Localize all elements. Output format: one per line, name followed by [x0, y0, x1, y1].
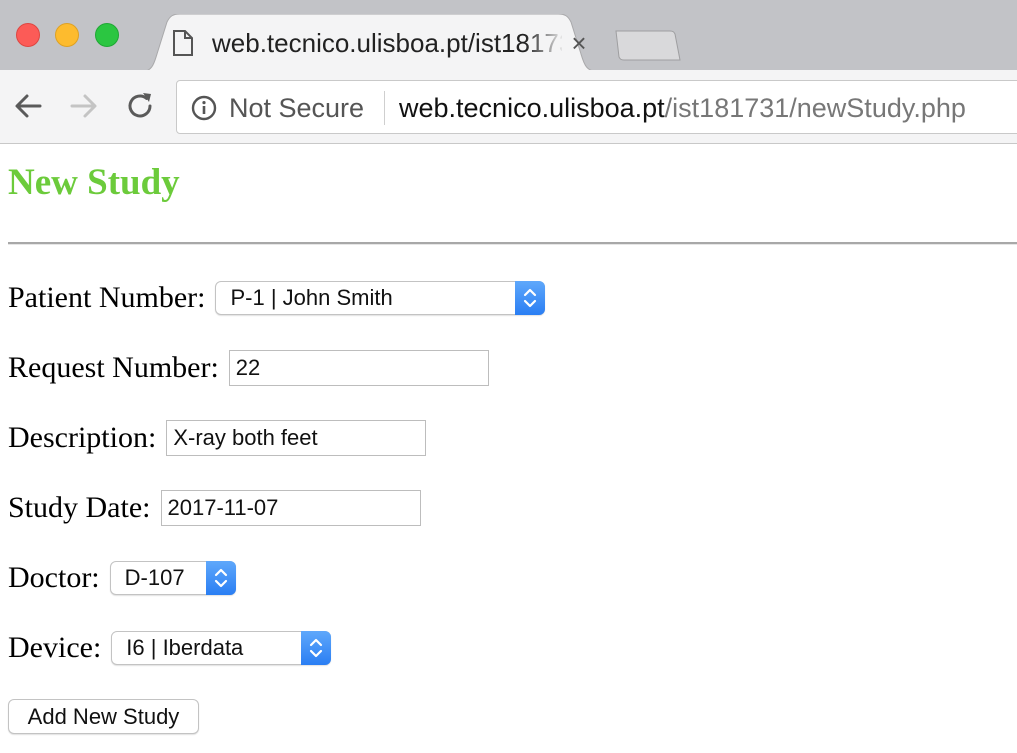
page-title: New Study: [8, 162, 180, 203]
device-label: Device:: [8, 631, 102, 664]
description-label: Description:: [8, 421, 157, 454]
request-number-input[interactable]: 22: [228, 350, 489, 386]
new-tab-button[interactable]: [612, 30, 682, 62]
tab-title-fade: [525, 28, 565, 58]
device-select-value: I6 | Iberdata: [126, 635, 244, 660]
description-row: Description: X-ray both feet: [8, 418, 427, 458]
select-arrows-icon: [301, 631, 332, 665]
window-close-button[interactable]: [16, 23, 40, 47]
security-label[interactable]: Not Secure: [229, 91, 364, 125]
doctor-label: Doctor:: [8, 561, 100, 594]
add-new-study-button[interactable]: Add New Study: [8, 699, 199, 734]
request-row: Request Number: 22: [8, 348, 489, 388]
study-date-input[interactable]: 2017-11-07: [160, 490, 421, 526]
reload-icon[interactable]: [124, 90, 156, 122]
url-host: web.tecnico.ulisboa.pt: [399, 93, 665, 123]
page-content: New Study Patient Number: P-1 | John Smi…: [0, 145, 1017, 753]
description-input[interactable]: X-ray both feet: [166, 420, 427, 456]
patient-select[interactable]: P-1 | John Smith: [215, 281, 546, 315]
window-maximize-button[interactable]: [95, 23, 119, 47]
horizontal-rule: [8, 242, 1017, 245]
select-arrows-icon: [205, 561, 236, 595]
info-icon[interactable]: [191, 95, 217, 121]
forward-icon[interactable]: [68, 90, 100, 122]
request-label: Request Number:: [8, 351, 219, 384]
url-path: /ist181731/newStudy.php: [664, 93, 966, 123]
close-icon[interactable]: ×: [565, 28, 593, 58]
omnibox-divider: [384, 91, 385, 125]
doctor-select[interactable]: D-107: [109, 561, 236, 595]
browser-chrome: web.tecnico.ulisboa.pt/ist181731/newStud…: [0, 0, 1017, 144]
device-select[interactable]: I6 | Iberdata: [111, 631, 332, 665]
patient-row: Patient Number: P-1 | John Smith: [8, 278, 546, 318]
doctor-select-value: D-107: [124, 565, 185, 590]
page-icon: [173, 30, 193, 56]
date-label: Study Date:: [8, 491, 151, 524]
tab-strip: web.tecnico.ulisboa.pt/ist181731/newStud…: [0, 0, 1017, 72]
select-arrows-icon: [515, 281, 546, 315]
patient-select-value: P-1 | John Smith: [230, 285, 393, 310]
doctor-row: Doctor: D-107: [8, 558, 236, 598]
patient-label: Patient Number:: [8, 281, 206, 314]
url-text[interactable]: web.tecnico.ulisboa.pt/ist181731/newStud…: [399, 91, 966, 125]
tab-title: web.tecnico.ulisboa.pt/ist181731/newStud…: [212, 28, 562, 58]
device-row: Device: I6 | Iberdata: [8, 628, 332, 668]
browser-toolbar: Not Secure web.tecnico.ulisboa.pt/ist181…: [0, 70, 1017, 144]
active-tab[interactable]: web.tecnico.ulisboa.pt/ist181731/newStud…: [140, 14, 630, 72]
date-row: Study Date: 2017-11-07: [8, 488, 421, 528]
back-icon[interactable]: [12, 90, 44, 122]
window-minimize-button[interactable]: [55, 23, 79, 47]
address-bar[interactable]: Not Secure web.tecnico.ulisboa.pt/ist181…: [176, 80, 1017, 134]
